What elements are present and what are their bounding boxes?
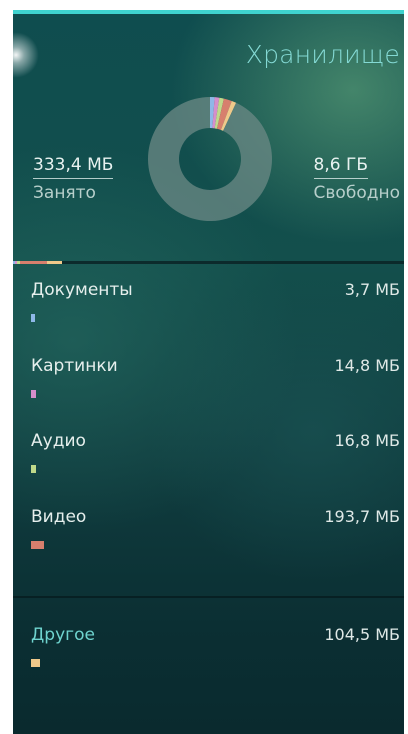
category-row-video[interactable]: Видео 193,7 МБ	[13, 507, 404, 567]
pulley-indicator-glow	[13, 32, 39, 78]
category-name: Картинки	[31, 356, 118, 376]
category-color-swatch	[31, 390, 36, 398]
category-color-swatch	[31, 314, 35, 322]
category-name: Другое	[31, 625, 95, 645]
category-color-swatch	[31, 465, 36, 473]
section-divider	[13, 596, 404, 598]
usage-strip-segment	[47, 261, 63, 264]
free-space-label: Свободно	[313, 183, 400, 203]
usage-divider	[13, 261, 404, 264]
storage-screen: Хранилище 333,4 МБ Занято 8,6 ГБ Свободн…	[13, 10, 404, 734]
usage-strip	[13, 261, 63, 264]
category-color-swatch	[31, 659, 40, 667]
usage-strip-segment	[19, 261, 48, 264]
category-size: 193,7 МБ	[324, 507, 400, 526]
storage-donut-chart	[147, 97, 272, 221]
category-size: 14,8 МБ	[334, 356, 401, 375]
page-title: Хранилище	[245, 40, 400, 69]
free-space-value: 8,6 ГБ	[313, 155, 369, 179]
category-row-documents[interactable]: Документы 3,7 МБ	[13, 280, 404, 340]
used-space-value: 333,4 МБ	[33, 155, 114, 179]
used-space-stat: 333,4 МБ Занято	[33, 155, 114, 203]
category-size: 104,5 МБ	[324, 625, 400, 644]
category-color-swatch	[31, 541, 44, 549]
free-space-stat: 8,6 ГБ Свободно	[313, 155, 400, 203]
top-accent-bar	[13, 10, 404, 14]
category-size: 16,8 МБ	[334, 431, 401, 450]
used-space-label: Занято	[33, 183, 96, 203]
category-row-audio[interactable]: Аудио 16,8 МБ	[13, 431, 404, 491]
donut-slice-5	[147, 97, 272, 221]
category-size: 3,7 МБ	[344, 280, 400, 299]
category-row-pictures[interactable]: Картинки 14,8 МБ	[13, 356, 404, 416]
category-name: Видео	[31, 507, 87, 527]
category-name: Документы	[31, 280, 133, 300]
category-row-other[interactable]: Другое 104,5 МБ	[13, 625, 404, 685]
category-name: Аудио	[31, 431, 86, 451]
